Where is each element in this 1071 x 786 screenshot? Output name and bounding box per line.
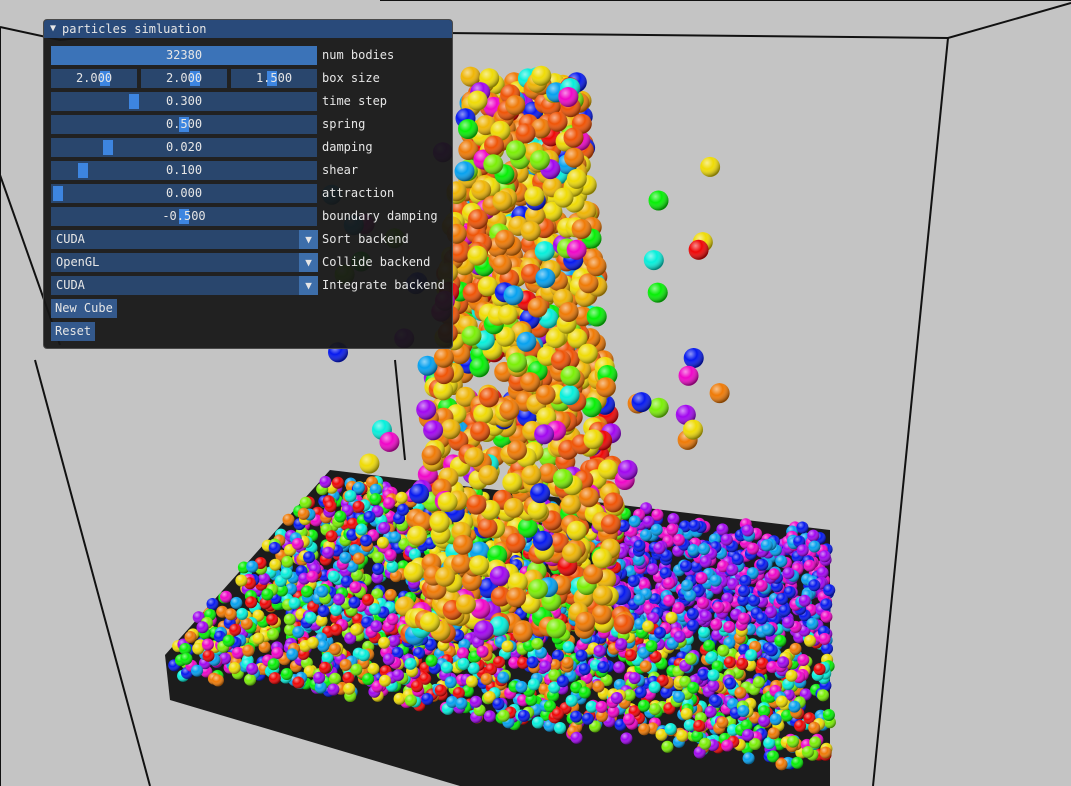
num-bodies-value: 32380 [165, 48, 203, 62]
time-step-slider[interactable]: 0.300 [51, 92, 317, 111]
chevron-down-icon[interactable]: ▼ [299, 230, 318, 249]
new-cube-button[interactable]: New Cube [51, 299, 117, 318]
spring-label: spring [322, 117, 366, 131]
panel-title: particles simluation [62, 22, 207, 36]
integrate-backend-select[interactable]: CUDA ▼ [51, 276, 318, 295]
time-step-value: 0.300 [165, 94, 203, 108]
panel-titlebar[interactable]: ▼ particles simluation [44, 20, 452, 38]
slider-grab[interactable] [78, 163, 88, 178]
box-size-z-slider[interactable]: 1.500 [231, 69, 317, 88]
num-bodies-label: num bodies [322, 48, 395, 62]
slider-grab[interactable] [129, 94, 139, 109]
sort-backend-select[interactable]: CUDA ▼ [51, 230, 318, 249]
damping-value: 0.020 [165, 140, 203, 154]
collide-backend-value: OpenGL [56, 255, 100, 269]
collide-backend-select[interactable]: OpenGL ▼ [51, 253, 318, 272]
box-size-y-value: 2.000 [165, 71, 203, 85]
collide-backend-label: Collide backend [322, 255, 431, 269]
time-step-label: time step [322, 94, 388, 108]
damping-slider[interactable]: 0.020 [51, 138, 317, 157]
slider-grab[interactable] [53, 186, 63, 201]
damping-label: damping [322, 140, 373, 154]
attraction-label: attraction [322, 186, 395, 200]
integrate-backend-value: CUDA [56, 278, 85, 292]
box-size-z-value: 1.500 [255, 71, 293, 85]
spring-slider[interactable]: 0.500 [51, 115, 317, 134]
chevron-down-icon[interactable]: ▼ [299, 276, 318, 295]
reset-button[interactable]: Reset [51, 322, 96, 341]
simulation-settings-panel: ▼ particles simluation 32380 num bodies … [43, 19, 453, 349]
boundary-damping-slider[interactable]: -0.500 [51, 207, 317, 226]
shear-label: shear [322, 163, 359, 177]
attraction-value: 0.000 [165, 186, 203, 200]
sort-backend-value: CUDA [56, 232, 85, 246]
box-size-label: box size [322, 71, 380, 85]
num-bodies-slider[interactable]: 32380 [51, 46, 317, 65]
boundary-damping-value: -0.500 [162, 209, 206, 223]
boundary-damping-label: boundary damping [322, 209, 438, 223]
attraction-slider[interactable]: 0.000 [51, 184, 317, 203]
sort-backend-label: Sort backend [322, 232, 409, 246]
slider-grab[interactable] [103, 140, 113, 155]
box-size-x-value: 2.000 [75, 71, 113, 85]
box-size-y-slider[interactable]: 2.000 [141, 69, 227, 88]
spring-value: 0.500 [165, 117, 203, 131]
shear-value: 0.100 [165, 163, 203, 177]
shear-slider[interactable]: 0.100 [51, 161, 317, 180]
integrate-backend-label: Integrate backend [322, 278, 445, 292]
collapse-triangle-icon[interactable]: ▼ [50, 20, 56, 38]
box-size-x-slider[interactable]: 2.000 [51, 69, 137, 88]
chevron-down-icon[interactable]: ▼ [299, 253, 318, 272]
